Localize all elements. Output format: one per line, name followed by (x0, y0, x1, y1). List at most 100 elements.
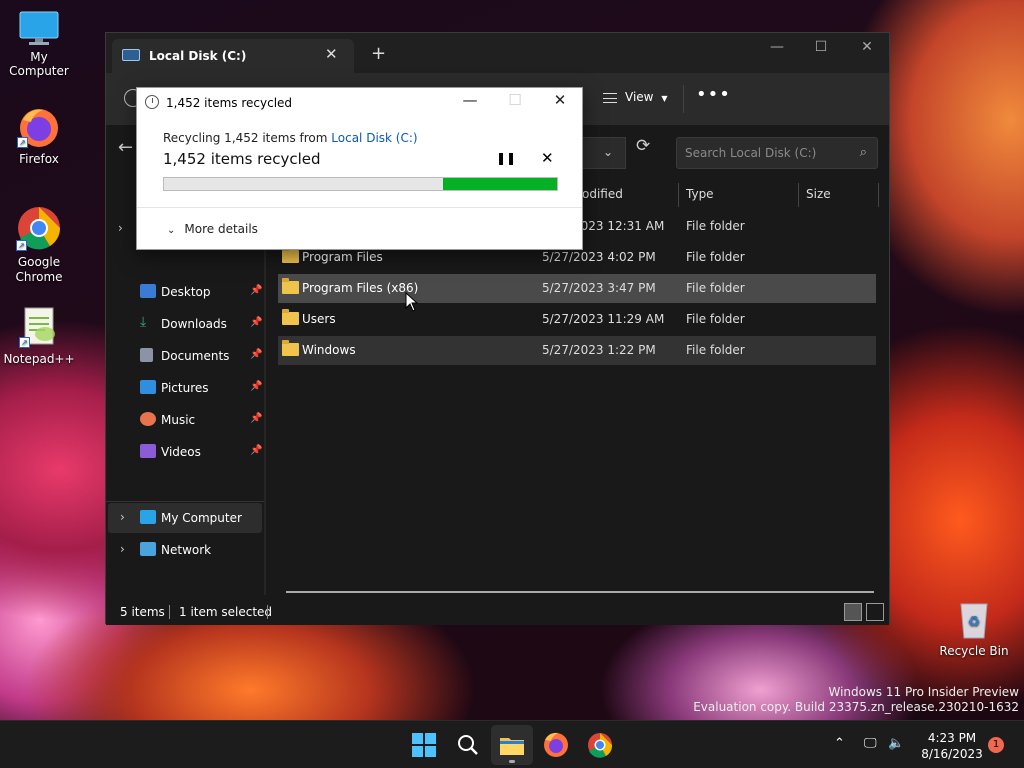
view-label: View (625, 90, 654, 104)
taskbar-file-explorer[interactable] (496, 729, 528, 761)
view-lines-icon (603, 92, 617, 103)
desktop-icon-firefox[interactable]: ↗ Firefox (1, 106, 77, 166)
title-bar: Local Disk (C:) ✕ + — ☐ ✕ (106, 33, 889, 73)
clock[interactable]: 4:23 PM 8/16/2023 (917, 730, 987, 762)
desktop-icon-label: Notepad++ (3, 352, 75, 366)
pin-icon[interactable]: 📌 (250, 381, 262, 392)
desktop-icon-my-computer[interactable]: My Computer (1, 10, 77, 78)
details-view-icon[interactable] (844, 603, 862, 621)
shortcut-arrow-icon: ↗ (16, 240, 27, 251)
notification-badge[interactable]: 1 (988, 737, 1004, 753)
stop-button[interactable]: ✕ (541, 149, 554, 167)
desktop-icon-recycle-bin[interactable]: ♻ Recycle Bin (936, 598, 1012, 658)
folder-icon (282, 247, 299, 263)
chevron-up-icon[interactable]: ⌃ (834, 736, 845, 751)
file-type: File folder (686, 219, 745, 233)
notepadpp-icon: ↗ (19, 304, 59, 348)
desktop-icon-notepadpp[interactable]: ↗ Notepad++ (1, 304, 77, 366)
minimize-button[interactable]: — (765, 39, 789, 55)
sidebar-item-music[interactable]: Music 📌 (108, 405, 262, 435)
maximize-button[interactable]: ☐ (809, 39, 833, 55)
file-name: Program Files (x86) (302, 281, 419, 295)
close-window-button[interactable]: ✕ (855, 39, 879, 55)
pin-icon[interactable]: 📌 (250, 285, 262, 296)
sidebar-item-videos[interactable]: Videos 📌 (108, 437, 262, 467)
documents-icon (140, 348, 153, 362)
pin-icon[interactable]: 📌 (250, 445, 262, 456)
sidebar-item-network[interactable]: › Network (108, 535, 262, 565)
file-date: 5/27/2023 4:02 PM (542, 250, 656, 264)
folder-icon (282, 340, 299, 356)
file-date: 5/27/2023 3:47 PM (542, 281, 656, 295)
search-input[interactable] (685, 146, 845, 160)
desktop-icon (140, 284, 156, 298)
volume-icon[interactable]: 🔈 (888, 736, 904, 751)
table-row[interactable]: Program Files (x86) 5/27/2023 3:47 PM Fi… (278, 274, 876, 303)
clock-date: 8/16/2023 (921, 747, 983, 761)
tiles-view-icon[interactable] (866, 603, 884, 621)
status-bar: 5 items 1 item selected (106, 599, 889, 625)
address-bar[interactable]: ⌄ (581, 137, 626, 169)
search-icon[interactable]: ⌕ (860, 145, 867, 160)
start-button[interactable] (408, 729, 440, 761)
clock-icon (145, 95, 159, 109)
pin-icon[interactable]: 📌 (250, 349, 262, 360)
search-box[interactable]: ⌕ (676, 137, 878, 169)
tab-local-disk[interactable]: Local Disk (C:) ✕ (112, 39, 354, 73)
new-tab-button[interactable]: + (371, 43, 386, 64)
toolbar-divider (683, 85, 684, 113)
pin-icon[interactable]: 📌 (250, 413, 262, 424)
chevron-right-icon[interactable]: › (118, 221, 123, 235)
file-date: 5/27/2023 1:22 PM (542, 343, 656, 357)
monitor-icon (18, 10, 60, 46)
sidebar-item-pictures[interactable]: Pictures 📌 (108, 373, 262, 403)
firefox-icon: ↗ (17, 106, 61, 148)
table-row[interactable]: Windows 5/27/2023 1:22 PM File folder (278, 336, 876, 365)
pause-button[interactable]: ❚❚ (496, 151, 516, 165)
pin-icon[interactable]: 📌 (250, 317, 262, 328)
chrome-icon (588, 733, 613, 758)
windows-logo-icon (412, 733, 436, 757)
tab-title: Local Disk (C:) (149, 49, 247, 63)
close-tab-icon[interactable]: ✕ (325, 45, 338, 63)
column-divider[interactable] (678, 183, 679, 207)
source-link[interactable]: Local Disk (C:) (331, 131, 417, 145)
taskbar-chrome[interactable] (584, 729, 616, 761)
column-divider[interactable] (878, 183, 879, 207)
chevron-right-icon[interactable]: › (120, 510, 125, 524)
music-icon (140, 412, 156, 426)
folder-icon (500, 738, 524, 755)
search-button[interactable] (452, 729, 484, 761)
desktop-icon-chrome[interactable]: ↗ Google Chrome (1, 205, 77, 285)
view-button[interactable]: View ▼ (603, 90, 667, 104)
sidebar-item-desktop[interactable]: Desktop 📌 (108, 277, 262, 307)
desktop-icon-label: My Computer (9, 50, 69, 78)
nav-divider (106, 501, 264, 502)
firefox-icon (544, 732, 568, 757)
minimize-button[interactable]: — (458, 91, 482, 109)
search-icon (458, 735, 478, 755)
sidebar-item-documents[interactable]: Documents 📌 (108, 341, 262, 371)
file-date: 5/27/2023 11:29 AM (542, 312, 665, 326)
column-divider[interactable] (798, 183, 799, 207)
table-row[interactable]: Users 5/27/2023 11:29 AM File folder (278, 305, 876, 334)
dialog-title: 1,452 items recycled (166, 96, 293, 110)
chevron-down-icon: ⌄ (167, 225, 176, 236)
refresh-icon[interactable]: ⟳ (636, 136, 650, 156)
chevron-right-icon[interactable]: › (120, 542, 125, 556)
svg-text:♻: ♻ (968, 614, 981, 630)
progress-bar (163, 177, 558, 191)
close-dialog-button[interactable]: ✕ (548, 91, 572, 109)
more-options-button[interactable]: ••• (696, 84, 731, 105)
chevron-down-icon[interactable]: ⌄ (603, 145, 613, 159)
network-icon[interactable]: 🖵 (864, 736, 877, 751)
taskbar-firefox[interactable] (540, 729, 572, 761)
back-arrow-icon[interactable]: ← (118, 137, 133, 158)
more-details-button[interactable]: ⌄ More details (167, 222, 258, 236)
sidebar-item-downloads[interactable]: ⤓ Downloads 📌 (108, 309, 262, 339)
taskbar: ⌃ 🖵 🔈 4:23 PM 8/16/2023 1 (0, 720, 1024, 768)
sidebar-item-my-computer[interactable]: › My Computer (108, 503, 262, 533)
chrome-icon: ↗ (16, 205, 62, 251)
build-watermark: Windows 11 Pro Insider Preview Evaluatio… (693, 685, 1019, 714)
horizontal-scrollbar[interactable] (286, 591, 874, 593)
